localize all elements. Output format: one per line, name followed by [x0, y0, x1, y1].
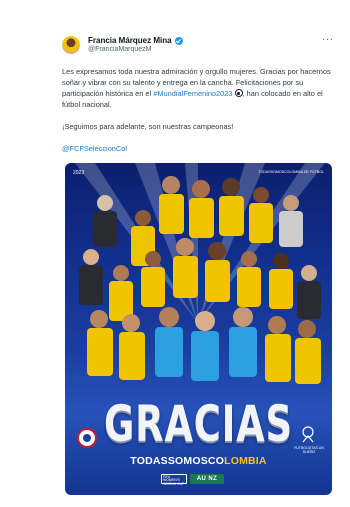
fcf-crest-icon	[77, 428, 97, 448]
tweet-text-cheer: ¡Seguimos para adelante, son nuestras ca…	[62, 122, 234, 131]
author-name-row[interactable]: Francia Márquez Mina	[88, 36, 183, 45]
poster-top-text: TODASSOMOSCOLOMBIA DE FÚTBOL	[258, 170, 324, 174]
poster-subline-part-a: TODASSOMOSCO	[130, 455, 225, 467]
poster-subline: TODASSOMOSCOLOMBIA	[65, 455, 332, 467]
author-name[interactable]: Francia Márquez Mina	[88, 36, 172, 45]
author-avatar[interactable]	[62, 36, 80, 54]
soccer-ball-icon	[234, 89, 243, 97]
tweet-text: Les expresamos toda nuestra admiración y…	[62, 66, 334, 154]
poster-subline-part-b: LOMBIA	[224, 455, 267, 467]
poster-year: 2023	[73, 170, 85, 176]
world-cup-logo-text: AU NZ	[196, 475, 218, 482]
poster-headline: GRACIAS	[104, 395, 293, 453]
world-cup-logo: AU NZ	[190, 473, 224, 484]
dream-logo-icon	[302, 426, 314, 443]
tweet-media-image[interactable]: 2023 TODASSOMOSCOLOMBIA DE FÚTBOL FUTBOL…	[65, 163, 332, 495]
hashtag-link[interactable]: #MundialFemenino2023	[153, 89, 232, 98]
author-handle[interactable]: @FranciaMarquezM	[88, 46, 152, 53]
mention-link[interactable]: @FCFSeleccionCol	[62, 144, 127, 153]
fifa-sponsor-strip: FIFA WOMEN'S WORLD CUP AU NZ	[161, 473, 233, 485]
more-options-icon[interactable]: ···	[322, 34, 334, 45]
verified-badge-icon	[174, 36, 183, 45]
fifa-logo: FIFA WOMEN'S WORLD CUP	[161, 473, 187, 485]
